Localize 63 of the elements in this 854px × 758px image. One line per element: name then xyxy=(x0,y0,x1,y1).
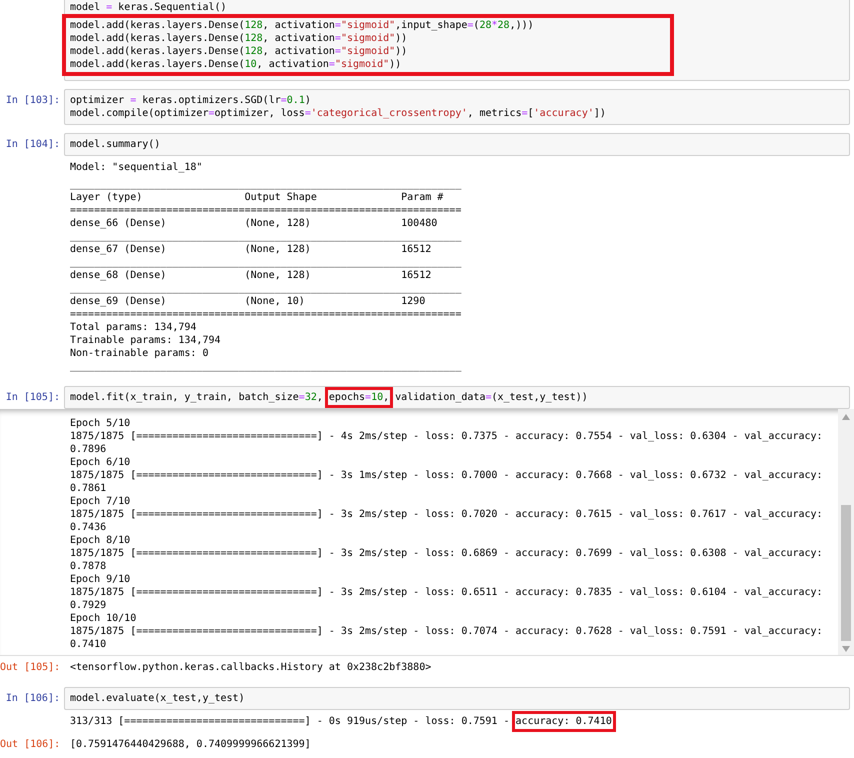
output-line: dense_69 (Dense) (None, 10) 1290 xyxy=(70,295,426,308)
output-line: dense_68 (Dense) (None, 128) 16512 xyxy=(70,269,432,282)
output-line: <tensorflow.python.keras.callbacks.History at 0x238c2bf3880> xyxy=(70,661,432,674)
output-line: Epoch 7/10 xyxy=(70,495,132,508)
output-line: Total params: 134,794 xyxy=(70,321,198,334)
output-line: Trainable params: 134,794 xyxy=(70,334,222,347)
output-line: Model: "sequential_18" xyxy=(70,161,204,174)
output-line: _________________________________________________________________ xyxy=(70,360,462,373)
output-line: dense_66 (Dense) (None, 128) 100480 xyxy=(70,217,438,230)
output-line: Epoch 10/10 xyxy=(70,612,138,625)
code-cell[interactable]: optimizer = keras.optimizers.SGD(lr=0.1) model.compile(optimizer=optimizer, loss='categorical_crossentropy', metrics=['accuracy']) xyxy=(64,89,850,125)
output-line: 0.7861 xyxy=(70,482,108,495)
scrollbar-track[interactable] xyxy=(838,409,854,655)
output-line: Epoch 6/10 xyxy=(70,456,132,469)
code-cell[interactable]: model.evaluate(x_test,y_test) xyxy=(64,687,850,710)
output-line: 1875/1875 [==============================] - 3s 2ms/step - loss: 0.7020 - accuracy: 0.7615 - val_loss: 0.7617 - val_accuracy: xyxy=(70,508,824,521)
output-line: 1875/1875 [==============================] - 3s 2ms/step - loss: 0.6511 - accuracy: 0.7835 - val_loss: 0.6104 - val_accuracy: xyxy=(70,586,824,599)
code-line: model.evaluate(x_test,y_test) xyxy=(70,692,246,705)
output-line: Epoch 5/10 xyxy=(70,417,132,430)
code-cell[interactable] xyxy=(64,0,850,81)
output-line: 0.7878 xyxy=(70,560,108,573)
in-prompt: In [105]: xyxy=(4,391,61,404)
output-line: Non-trainable params: 0 xyxy=(70,347,210,360)
code-line: optimizer = keras.optimizers.SGD(lr=0.1) xyxy=(70,94,312,107)
code-line: model.add(keras.layers.Dense(128, activation="sigmoid",input_shape=(28*28,))) xyxy=(70,19,535,32)
output-line: 1875/1875 [==============================] - 4s 2ms/step - loss: 0.7375 - accuracy: 0.7554 - val_loss: 0.6304 - val_accuracy: xyxy=(70,430,824,443)
scroll-up-icon[interactable] xyxy=(842,414,850,420)
output-line: 0.7410 xyxy=(70,638,108,651)
code-text: model.fit(x_train, y_train, batch_size=32, xyxy=(70,391,324,404)
out-prompt: Out [105]: xyxy=(0,661,62,674)
output-line: _________________________________________________________________ xyxy=(70,178,462,191)
code-cell[interactable]: model.fit(x_train, y_train, batch_size=32, epochs=10, validation_data=(x_test,y_test)) xyxy=(64,386,850,409)
code-text: 313/313 [==============================] - 0s 919us/step - loss: 0.7591 - xyxy=(70,715,510,728)
code-cell[interactable]: model.summary() xyxy=(64,133,850,156)
in-prompt: In [103]: xyxy=(4,94,61,107)
output-line: Epoch 8/10 xyxy=(70,534,132,547)
in-prompt: In [106]: xyxy=(4,692,61,705)
code-line: model = keras.Sequential() xyxy=(70,1,228,14)
code-line: model.add(keras.layers.Dense(128, activation="sigmoid")) xyxy=(70,45,408,58)
output-line: 0.7929 xyxy=(70,599,108,612)
output-line: Layer (type) Output Shape Param # xyxy=(70,191,444,204)
output-line: ================================================================= xyxy=(70,204,462,217)
output-line: [0.7591476440429688, 0.7409999966621399] xyxy=(70,738,312,751)
output-line: _________________________________________________________________ xyxy=(70,230,462,243)
output-line: _________________________________________________________________ xyxy=(70,256,462,269)
output-line: 1875/1875 [==============================] - 3s 2ms/step - loss: 0.7074 - accuracy: 0.7628 - val_loss: 0.7591 - val_accuracy: xyxy=(70,625,824,638)
code-line: model.summary() xyxy=(70,138,162,151)
output-line: 0.7896 xyxy=(70,443,108,456)
output-line: ================================================================= xyxy=(70,308,462,321)
output-line: 1875/1875 [==============================] - 3s 1ms/step - loss: 0.7000 - accuracy: 0.7668 - val_loss: 0.6732 - val_accuracy: xyxy=(70,469,824,482)
code-line: model.add(keras.layers.Dense(128, activation="sigmoid")) xyxy=(70,32,408,45)
code-line: model.compile(optimizer=optimizer, loss='categorical_crossentropy', metrics=['accuracy']) xyxy=(70,107,607,120)
output-line: dense_67 (Dense) (None, 128) 16512 xyxy=(70,243,432,256)
output-line: 1875/1875 [==============================] - 3s 2ms/step - loss: 0.6869 - accuracy: 0.7699 - val_loss: 0.6308 - val_accuracy: xyxy=(70,547,824,560)
code-line: model.add(keras.layers.Dense(10, activation="sigmoid")) xyxy=(70,58,402,71)
output-line: _________________________________________________________________ xyxy=(70,282,462,295)
in-prompt: In [104]: xyxy=(4,138,61,151)
code-text: validation_data=(x_test,y_test)) xyxy=(394,391,588,404)
output-line: 0.7436 xyxy=(70,521,108,534)
scroll-down-icon[interactable] xyxy=(842,646,850,652)
out-prompt: Out [106]: xyxy=(0,738,62,751)
scrollbar-thumb[interactable] xyxy=(841,505,851,641)
output-line: Epoch 9/10 xyxy=(70,573,132,586)
